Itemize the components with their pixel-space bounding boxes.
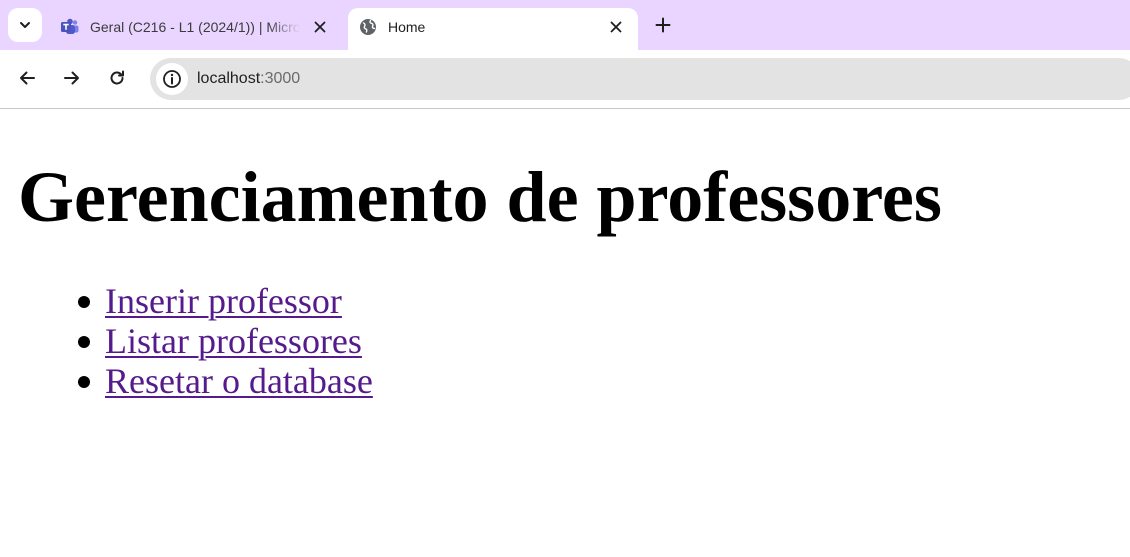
list-item: Listar professores [78, 321, 373, 361]
list-professors-link[interactable]: Listar professores [105, 321, 362, 361]
tab-title: Home [388, 19, 426, 35]
site-info-button[interactable] [156, 63, 188, 95]
globe-icon [358, 17, 378, 37]
list-item: Resetar o database [78, 361, 373, 401]
bullet-icon [78, 376, 90, 388]
plus-icon [655, 17, 671, 33]
tab-title: Geral (C216 - L1 (2024/1)) | Microsoft T… [90, 19, 300, 35]
arrow-left-icon [20, 71, 35, 85]
insert-professor-link[interactable]: Inserir professor [105, 281, 342, 321]
forward-button[interactable] [61, 67, 83, 89]
list-item: Inserir professor [78, 281, 373, 321]
bullet-icon [78, 296, 90, 308]
reload-icon [110, 70, 124, 85]
url-port: :3000 [260, 70, 301, 87]
reload-button[interactable] [106, 67, 128, 89]
bullet-icon [78, 336, 90, 348]
new-tab-button[interactable] [652, 14, 674, 36]
tab-search-button[interactable] [8, 8, 42, 42]
close-icon[interactable] [312, 19, 328, 35]
address-bar[interactable]: localhost:3000 [150, 58, 1130, 100]
tab-teams[interactable]: Geral (C216 - L1 (2024/1)) | Microsoft T… [50, 8, 342, 50]
menu-list: Inserir professor Listar professores Res… [78, 281, 373, 401]
teams-icon [60, 17, 80, 37]
page-title: Gerenciamento de professores [18, 157, 942, 237]
reset-database-link[interactable]: Resetar o database [105, 361, 373, 401]
back-button[interactable] [16, 67, 38, 89]
url-host: localhost [197, 70, 261, 87]
url-text[interactable]: localhost:3000 [197, 69, 300, 89]
info-icon [163, 70, 181, 88]
page-content: Gerenciamento de professores Inserir pro… [0, 109, 1130, 557]
arrow-right-icon [64, 71, 79, 85]
browser-toolbar: localhost:3000 [0, 50, 1130, 108]
tab-home[interactable]: Home [348, 8, 638, 50]
tab-strip: Geral (C216 - L1 (2024/1)) | Microsoft T… [0, 0, 1130, 50]
close-icon[interactable] [608, 19, 624, 35]
chevron-down-icon [20, 22, 30, 28]
